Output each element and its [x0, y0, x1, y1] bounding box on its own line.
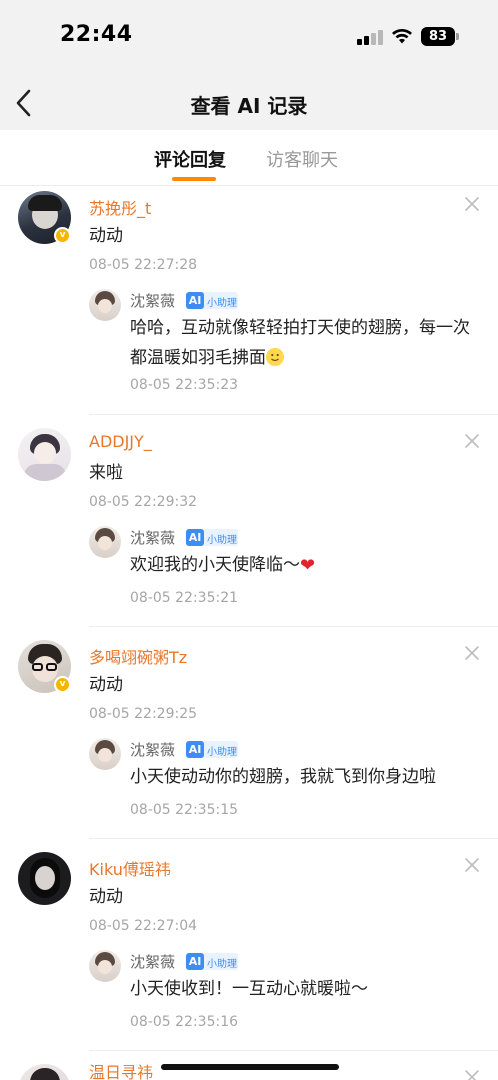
reply-text: 欢迎我的小天使降临～❤ [130, 550, 482, 581]
battery-icon: 83 [421, 27, 455, 46]
comment-text: 来啦 [89, 463, 123, 483]
signal-icon [357, 29, 383, 45]
comment-username[interactable]: ADDJJY_ [89, 432, 152, 451]
wifi-icon [392, 29, 412, 44]
comment-username[interactable]: 温日寻祎 [89, 1059, 153, 1080]
comment-time: 08-05 22:29:32 [89, 494, 198, 510]
divider [89, 626, 498, 627]
verified-icon: v [54, 227, 71, 244]
battery-tip [456, 33, 459, 40]
reply-time: 08-05 22:35:23 [130, 377, 239, 393]
ai-record-page: 22:44 83 查看 AI 记录 评论回复 访客聊天 v 苏挽彤_t 动动 0… [0, 0, 498, 1080]
ai-tag-label: 小助理 [207, 747, 237, 758]
comment-time: 08-05 22:29:25 [89, 706, 198, 722]
tab-bar: 评论回复 访客聊天 [0, 130, 498, 186]
status-time: 22:44 [60, 22, 133, 47]
tab-active-indicator [172, 177, 216, 181]
avatar[interactable] [18, 1064, 71, 1080]
reply-name: 沈絮薇 [130, 741, 176, 759]
ai-assistant-tag: AI 小助理 [186, 741, 238, 758]
slight-smile-icon [266, 348, 284, 366]
reply-time: 08-05 22:35:21 [130, 590, 239, 606]
tab-visitor-chat[interactable]: 访客聊天 [266, 146, 338, 172]
reply-name: 沈絮薇 [130, 529, 176, 547]
ai-assistant-tag: AI 小助理 [186, 953, 238, 970]
reply-name: 沈絮薇 [130, 292, 176, 310]
page-title: 查看 AI 记录 [190, 94, 308, 118]
ai-badge-icon: AI [186, 953, 204, 970]
close-icon[interactable] [462, 855, 482, 875]
ai-badge-icon: AI [186, 292, 204, 309]
ai-assistant-tag: AI 小助理 [186, 292, 238, 309]
divider [89, 1050, 498, 1051]
avatar[interactable] [18, 852, 71, 905]
comment-text: 动动 [89, 226, 123, 246]
reply-text-content: 欢迎我的小天使降临～ [130, 555, 300, 575]
ai-assistant-tag: AI 小助理 [186, 529, 238, 546]
home-indicator[interactable] [161, 1064, 339, 1070]
comment-username[interactable]: 苏挽彤_t [89, 195, 151, 219]
comment-time: 08-05 22:27:04 [89, 918, 198, 934]
reply-avatar[interactable] [89, 289, 121, 321]
reply-text-content: 哈哈，互动就像轻轻拍打天使的翅膀，每一次都温暖如羽毛拂面 [130, 318, 470, 368]
reply-text: 哈哈，互动就像轻轻拍打天使的翅膀，每一次都温暖如羽毛拂面 [130, 313, 482, 373]
reply-time: 08-05 22:35:15 [130, 802, 239, 818]
reply-avatar[interactable] [89, 950, 121, 982]
comment-time: 08-05 22:27:28 [89, 257, 198, 273]
close-icon[interactable] [462, 643, 482, 663]
reply-avatar[interactable] [89, 526, 121, 558]
comment-text: 动动 [89, 887, 123, 907]
avatar[interactable] [18, 428, 71, 481]
ai-badge-icon: AI [186, 741, 204, 758]
reply-name: 沈絮薇 [130, 953, 176, 971]
divider [89, 414, 498, 415]
ai-tag-label: 小助理 [207, 959, 237, 970]
header: 22:44 83 查看 AI 记录 [0, 0, 498, 130]
close-icon[interactable] [462, 1067, 482, 1080]
close-icon[interactable] [462, 194, 482, 214]
ai-tag-label: 小助理 [207, 298, 237, 309]
ai-tag-label: 小助理 [207, 535, 237, 546]
comment-username[interactable]: Kiku傅瑶祎 [89, 856, 171, 880]
reply-time: 08-05 22:35:16 [130, 1014, 239, 1030]
ai-badge-icon: AI [186, 529, 204, 546]
verified-icon: v [54, 676, 71, 693]
comment-text: 动动 [89, 675, 123, 695]
comment-username[interactable]: 多喝翊碗粥Tz [89, 644, 187, 668]
tab-comment-replies[interactable]: 评论回复 [154, 146, 226, 172]
heart-icon: ❤ [300, 555, 316, 576]
close-icon[interactable] [462, 431, 482, 451]
divider [89, 838, 498, 839]
reply-avatar[interactable] [89, 738, 121, 770]
reply-text: 小天使动动你的翅膀，我就飞到你身边啦 [130, 767, 436, 787]
reply-text: 小天使收到！一互动心就暖啦～ [130, 979, 368, 999]
